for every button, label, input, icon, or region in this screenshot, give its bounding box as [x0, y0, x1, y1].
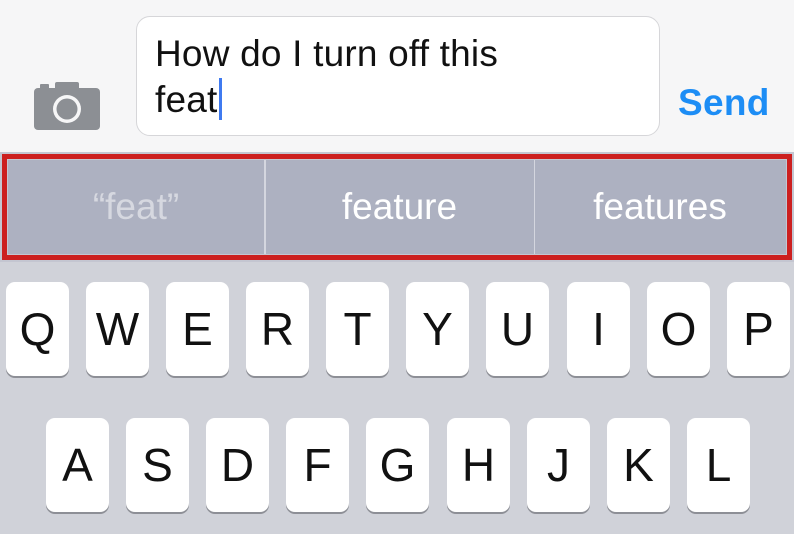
- key-i[interactable]: I: [567, 282, 630, 376]
- key-h[interactable]: H: [447, 418, 510, 512]
- key-s[interactable]: S: [126, 418, 189, 512]
- key-y[interactable]: Y: [406, 282, 469, 376]
- message-input[interactable]: How do I turn off this feat: [136, 16, 660, 136]
- key-g[interactable]: G: [366, 418, 429, 512]
- key-d[interactable]: D: [206, 418, 269, 512]
- suggestion-item[interactable]: features: [535, 160, 785, 254]
- key-l[interactable]: L: [687, 418, 750, 512]
- suggestion-typed-word[interactable]: “feat”: [8, 160, 264, 254]
- key-p[interactable]: P: [727, 282, 790, 376]
- predictive-text-bar: “feat” feature features: [0, 152, 794, 262]
- key-u[interactable]: U: [486, 282, 549, 376]
- message-text-line-1: How do I turn off this: [155, 33, 499, 74]
- key-q[interactable]: Q: [6, 282, 69, 376]
- camera-button[interactable]: [34, 80, 100, 130]
- key-w[interactable]: W: [86, 282, 149, 376]
- keyboard: “feat” feature features QWERTYUIOP ASDFGHJK…: [0, 152, 794, 534]
- key-j[interactable]: J: [527, 418, 590, 512]
- text-cursor: [218, 78, 222, 120]
- key-t[interactable]: T: [326, 282, 389, 376]
- suggestion-list: “feat” feature features: [8, 160, 786, 254]
- key-r[interactable]: R: [246, 282, 309, 376]
- key-o[interactable]: O: [647, 282, 710, 376]
- suggestion-item[interactable]: feature: [266, 160, 534, 254]
- send-button[interactable]: Send: [678, 82, 770, 124]
- key-e[interactable]: E: [166, 282, 229, 376]
- key-a[interactable]: A: [46, 418, 109, 512]
- key-f[interactable]: F: [286, 418, 349, 512]
- key-k[interactable]: K: [607, 418, 670, 512]
- message-text-line-2: feat: [155, 77, 641, 123]
- camera-icon: [34, 82, 100, 130]
- message-current-word: feat: [155, 79, 218, 120]
- compose-bar: How do I turn off this feat Send: [0, 0, 794, 152]
